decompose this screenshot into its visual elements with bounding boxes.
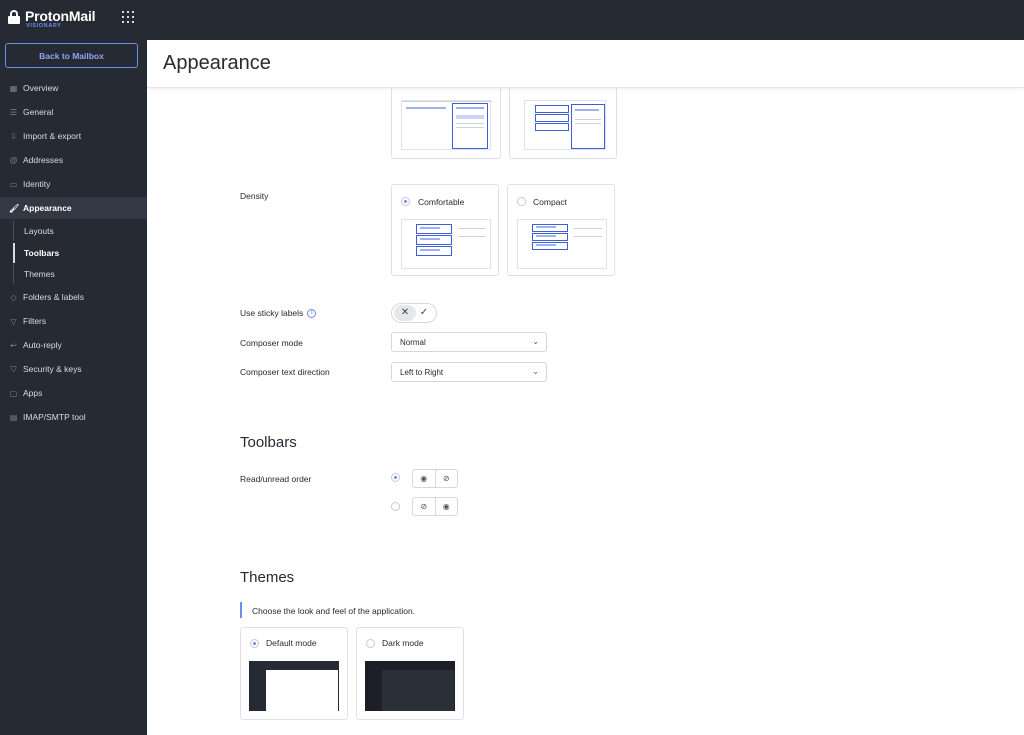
themes-description: Choose the look and feel of the applicat… (252, 606, 416, 616)
composer-mode-select[interactable]: Normal ⌄ (391, 332, 547, 352)
density-label: Density (240, 191, 269, 201)
page-title: Appearance (163, 52, 271, 74)
themes-section-title: Themes (240, 569, 295, 586)
theme-dark-card[interactable]: Dark mode (356, 627, 464, 720)
apps-icon: ▢ (9, 388, 18, 398)
logo-name: ProtonMail (25, 8, 96, 24)
close-icon: ✕ (394, 305, 416, 321)
shield-icon: ⛉ (10, 364, 17, 374)
density-comfortable-label: Comfortable (418, 197, 465, 207)
read-unread-order-option-2[interactable]: ⊘ ◉ (412, 497, 458, 516)
density-comfortable-preview (401, 219, 491, 269)
sidebar-subitem-themes[interactable]: Themes (13, 264, 147, 284)
back-to-mailbox-button[interactable]: Back to Mailbox (5, 43, 138, 68)
read-unread-label: Read/unread order (240, 474, 312, 484)
sidebar-item-filters[interactable]: ▽ Filters (0, 310, 147, 332)
reply-icon: ↩ (10, 340, 17, 350)
toolbars-section-title: Toolbars (240, 434, 297, 451)
composer-direction-select[interactable]: Left to Right ⌄ (391, 362, 547, 382)
eye-slash-icon: ⊘ (434, 470, 458, 487)
check-icon: ✓ (419, 307, 429, 318)
layout-row-preview (524, 100, 606, 150)
composer-mode-label: Composer mode (240, 338, 303, 348)
eye-icon: ◉ (420, 474, 428, 483)
sidebar-item-import-export[interactable]: ⇩ Import & export (0, 125, 147, 147)
sidebar-item-security-keys[interactable]: ⛉ Security & keys (0, 358, 147, 380)
theme-default-preview (249, 661, 339, 711)
sidebar-item-identity[interactable]: ▭ Identity (0, 173, 147, 195)
sidebar-item-apps[interactable]: ▢ Apps (0, 382, 147, 404)
server-icon: ▤ (9, 412, 18, 422)
protonmail-logo[interactable]: ProtonMail VISIONARY (8, 8, 96, 30)
theme-default-card[interactable]: Default mode (240, 627, 348, 720)
import-icon: ⇩ (10, 131, 17, 141)
sidebar-item-appearance[interactable]: 🖌 Appearance (0, 197, 147, 219)
page-header: Appearance (147, 40, 1024, 88)
sidebar-item-imap-smtp[interactable]: ▤ IMAP/SMTP tool (0, 406, 147, 428)
sidebar-subitem-toolbars[interactable]: Toolbars (13, 243, 147, 263)
read-unread-order-option-1-radio[interactable] (391, 473, 400, 482)
sticky-labels-toggle[interactable]: ✕ ✓ (391, 303, 437, 323)
theme-default-label: Default mode (266, 638, 317, 648)
id-card-icon: ▭ (9, 179, 18, 189)
sidebar-item-overview[interactable]: ▦ Overview (0, 77, 147, 99)
density-compact-radio[interactable] (517, 197, 526, 206)
read-unread-order-option-1[interactable]: ◉ ⊘ (412, 469, 458, 488)
density-comfortable-card[interactable]: Comfortable (391, 184, 499, 276)
sidebar-subitem-layouts[interactable]: Layouts (13, 221, 147, 241)
density-compact-preview (517, 219, 607, 269)
sidebar-item-general[interactable]: ☰ General (0, 101, 147, 123)
sidebar: Back to Mailbox ▦ Overview ☰ General ⇩ Impo… (0, 40, 147, 735)
sidebar-item-addresses[interactable]: @ Addresses (0, 149, 147, 171)
theme-default-radio[interactable] (250, 639, 259, 648)
themes-description-bar (240, 602, 242, 618)
top-bar: ProtonMail VISIONARY (0, 0, 1024, 40)
composer-direction-label: Composer text direction (240, 367, 330, 377)
grid-icon: ▦ (9, 83, 18, 93)
density-compact-card[interactable]: Compact (507, 184, 615, 276)
sticky-labels-label: Use sticky labels i (240, 308, 317, 319)
theme-dark-preview (365, 661, 455, 711)
chevron-down-icon: ⌄ (532, 337, 539, 346)
density-comfortable-radio[interactable] (401, 197, 410, 206)
theme-dark-label: Dark mode (382, 638, 424, 648)
tag-icon: ◇ (10, 292, 17, 302)
density-compact-label: Compact (533, 197, 568, 207)
read-unread-order-option-2-radio[interactable] (391, 502, 400, 511)
lock-icon (8, 10, 20, 24)
theme-dark-radio[interactable] (366, 639, 375, 648)
info-icon[interactable]: i (307, 309, 317, 319)
sliders-icon: ☰ (9, 107, 18, 117)
logo-tier: VISIONARY (26, 23, 62, 29)
paint-roller-icon: 🖌 (9, 203, 20, 213)
main-content: Appearance Density Comfortable Compact U… (147, 40, 1024, 735)
layout-column-preview (401, 100, 492, 150)
chevron-down-icon: ⌄ (532, 367, 539, 376)
sidebar-item-auto-reply[interactable]: ↩ Auto-reply (0, 334, 147, 356)
eye-icon: ◉ (434, 498, 458, 515)
filter-icon: ▽ (10, 316, 17, 326)
at-icon: @ (9, 155, 18, 165)
sidebar-item-folders-labels[interactable]: ◇ Folders & labels (0, 286, 147, 308)
app-switcher-icon[interactable] (122, 11, 134, 23)
eye-slash-icon: ⊘ (420, 502, 428, 511)
